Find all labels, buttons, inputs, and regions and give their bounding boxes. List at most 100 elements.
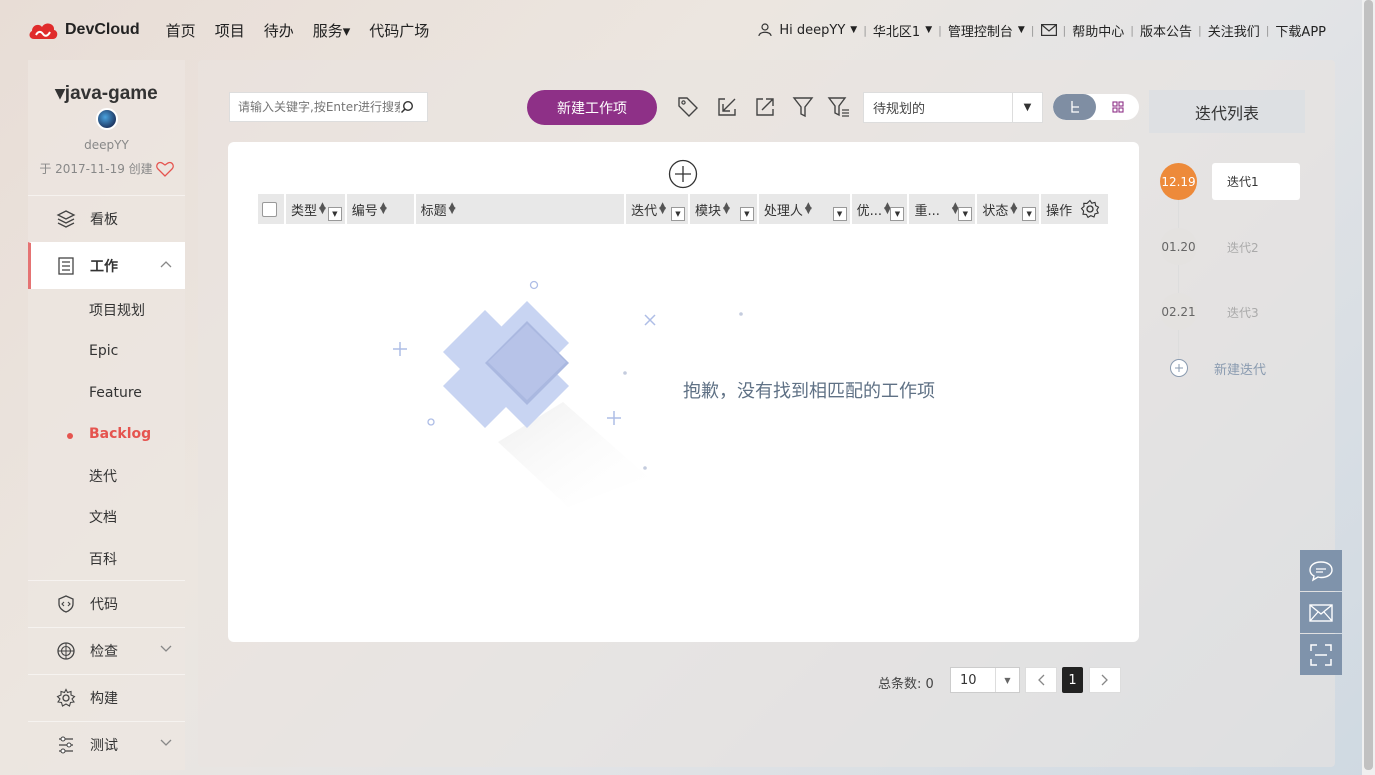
column-module[interactable]: 模块 ▲ ▼ ▼ <box>689 194 757 224</box>
page-size-select[interactable]: 10 ▼ <box>950 667 1020 693</box>
sort-icon[interactable]: ▲ ▼ <box>449 202 456 216</box>
filter-button[interactable] <box>790 94 816 120</box>
nav-home[interactable]: 首页 <box>166 20 196 41</box>
sort-icon[interactable]: ▲ ▼ <box>319 202 326 216</box>
user-menu[interactable]: Hi deepYY ▼ <box>758 23 857 38</box>
add-circle-icon <box>1170 359 1188 377</box>
sidebar-subitem-project-plan[interactable]: 项目规划 <box>28 289 185 331</box>
devcloud-logo[interactable]: DevCloud <box>27 19 140 41</box>
iteration-date-badge[interactable]: 01.20 <box>1160 228 1197 265</box>
console-label: 管理控制台 <box>947 24 1013 40</box>
grid-view-button[interactable] <box>1096 94 1139 120</box>
nav-services[interactable]: 服务▾ <box>313 20 351 41</box>
chat-button[interactable] <box>1300 550 1342 591</box>
iteration-date-badge[interactable]: 02.21 <box>1160 293 1197 330</box>
sidebar: ▾java-game deepYY 于 2017-11-19 创建 看板 工作 … <box>28 60 185 770</box>
layers-icon <box>56 210 76 228</box>
scrollbar-thumb[interactable] <box>1364 0 1373 770</box>
sidebar-item-check[interactable]: 检查 <box>28 626 185 674</box>
sort-icon[interactable]: ▲ ▼ <box>659 202 666 216</box>
search-input[interactable] <box>230 100 400 114</box>
sidebar-subitem-iteration[interactable]: 迭代 <box>28 455 185 497</box>
fullscreen-button[interactable] <box>1300 634 1342 675</box>
sidebar-item-code[interactable]: 代码 <box>28 579 185 627</box>
column-label: 类型 <box>290 203 317 219</box>
follow-us-link[interactable]: 关注我们 <box>1208 21 1260 40</box>
iteration-date-badge[interactable]: 12.19 <box>1160 163 1197 200</box>
download-app-link[interactable]: 下载APP <box>1275 21 1326 40</box>
user-icon <box>758 23 772 37</box>
sidebar-item-build[interactable]: 构建 <box>28 673 185 721</box>
column-iteration[interactable]: 迭代 ▲ ▼ ▼ <box>626 194 688 224</box>
nav-code-square[interactable]: 代码广场 <box>369 20 429 41</box>
column-importance[interactable]: 重... ▲ ▼ ▼ <box>909 194 976 224</box>
column-assignee[interactable]: 处理人 ▲ ▼ ▼ <box>758 194 850 224</box>
sort-icon[interactable]: ▲ ▼ <box>723 202 730 216</box>
sidebar-item-label: 代码 <box>90 596 118 613</box>
sort-icon[interactable]: ▲ ▼ <box>380 202 387 216</box>
test-flow-icon <box>59 736 73 753</box>
sort-icon[interactable]: ▲ ▼ <box>1010 202 1017 216</box>
release-notes-link[interactable]: 版本公告 <box>1140 21 1192 40</box>
iteration-item[interactable]: 迭代3 <box>1227 304 1259 321</box>
column-filter-icon[interactable]: ▼ <box>739 207 754 221</box>
chevron-right-icon <box>1101 674 1108 686</box>
iteration-item-current[interactable]: 迭代1 <box>1212 163 1300 200</box>
iteration-item[interactable]: 迭代2 <box>1227 239 1259 256</box>
column-id[interactable]: 编号 ▲ ▼ <box>346 194 414 224</box>
advanced-filter-button[interactable] <box>826 94 852 120</box>
column-filter-icon[interactable]: ▼ <box>890 207 905 221</box>
sidebar-item-work[interactable]: 工作 <box>28 242 185 289</box>
heart-icon[interactable] <box>155 161 174 177</box>
mail-button[interactable] <box>1040 24 1057 36</box>
sidebar-subitem-backlog[interactable]: Backlog <box>28 414 185 456</box>
column-filter-icon[interactable]: ▼ <box>1022 207 1037 221</box>
column-type[interactable]: 类型 ▲ ▼ ▼ <box>285 194 345 224</box>
tree-view-button[interactable] <box>1053 94 1096 120</box>
column-filter-icon[interactable]: ▼ <box>670 207 685 221</box>
settings-gear-icon[interactable] <box>1080 199 1100 219</box>
project-name[interactable]: ▾java-game <box>28 82 185 105</box>
avatar[interactable] <box>95 108 118 130</box>
sidebar-subitem-epic[interactable]: Epic <box>28 331 185 373</box>
next-page-button[interactable] <box>1089 667 1121 693</box>
divider: | <box>1062 23 1067 37</box>
select-all-checkbox[interactable] <box>262 201 277 217</box>
sidebar-item-test[interactable]: 测试 <box>28 720 185 768</box>
help-center-link[interactable]: 帮助中心 <box>1072 21 1124 40</box>
column-title[interactable]: 标题 ▲ ▼ <box>415 194 625 224</box>
sidebar-item-board[interactable]: 看板 <box>28 195 185 242</box>
message-button[interactable] <box>1300 592 1342 633</box>
column-priority[interactable]: 优... ▲ ▼ ▼ <box>851 194 908 224</box>
tag-button[interactable] <box>675 94 701 120</box>
cloud-logo-icon <box>29 23 58 39</box>
nav-projects[interactable]: 项目 <box>215 20 245 41</box>
column-filter-icon[interactable]: ▼ <box>327 207 342 221</box>
project-info: ▾java-game deepYY 于 2017-11-19 创建 <box>28 60 185 195</box>
sort-icon[interactable]: ▲ ▼ <box>805 202 812 216</box>
prev-page-button[interactable] <box>1025 667 1057 693</box>
region-select[interactable]: 华北区1 ▼ <box>873 21 932 40</box>
page-scrollbar[interactable] <box>1362 0 1375 775</box>
nav-todo[interactable]: 待办 <box>264 20 294 41</box>
export-button[interactable] <box>752 94 778 120</box>
search-icon[interactable] <box>400 100 414 114</box>
new-iteration-button[interactable]: 新建迭代 <box>1169 358 1266 378</box>
sidebar-subitem-wiki[interactable]: 百科 <box>28 538 185 580</box>
sidebar-subitem-docs[interactable]: 文档 <box>28 497 185 539</box>
console-menu[interactable]: 管理控制台 ▼ <box>948 21 1025 40</box>
sidebar-subitem-feature[interactable]: Feature <box>28 372 185 414</box>
page-number-current[interactable]: 1 <box>1062 667 1083 693</box>
column-filter-icon[interactable]: ▼ <box>958 207 973 221</box>
column-label: 编号 <box>351 203 378 219</box>
import-button[interactable] <box>714 94 740 120</box>
status-filter-select[interactable]: 待规划的 ▼ <box>863 92 1043 123</box>
chevron-up-icon <box>160 261 172 268</box>
divider: | <box>1265 23 1270 37</box>
column-status[interactable]: 状态 ▲ ▼ ▼ <box>977 194 1040 224</box>
column-filter-icon[interactable]: ▼ <box>832 207 847 221</box>
add-circle-icon[interactable] <box>668 159 698 189</box>
caret-down-icon: ▼ <box>995 668 1019 692</box>
new-work-item-button[interactable]: 新建工作项 <box>527 90 657 125</box>
column-label: 模块 <box>694 203 721 219</box>
